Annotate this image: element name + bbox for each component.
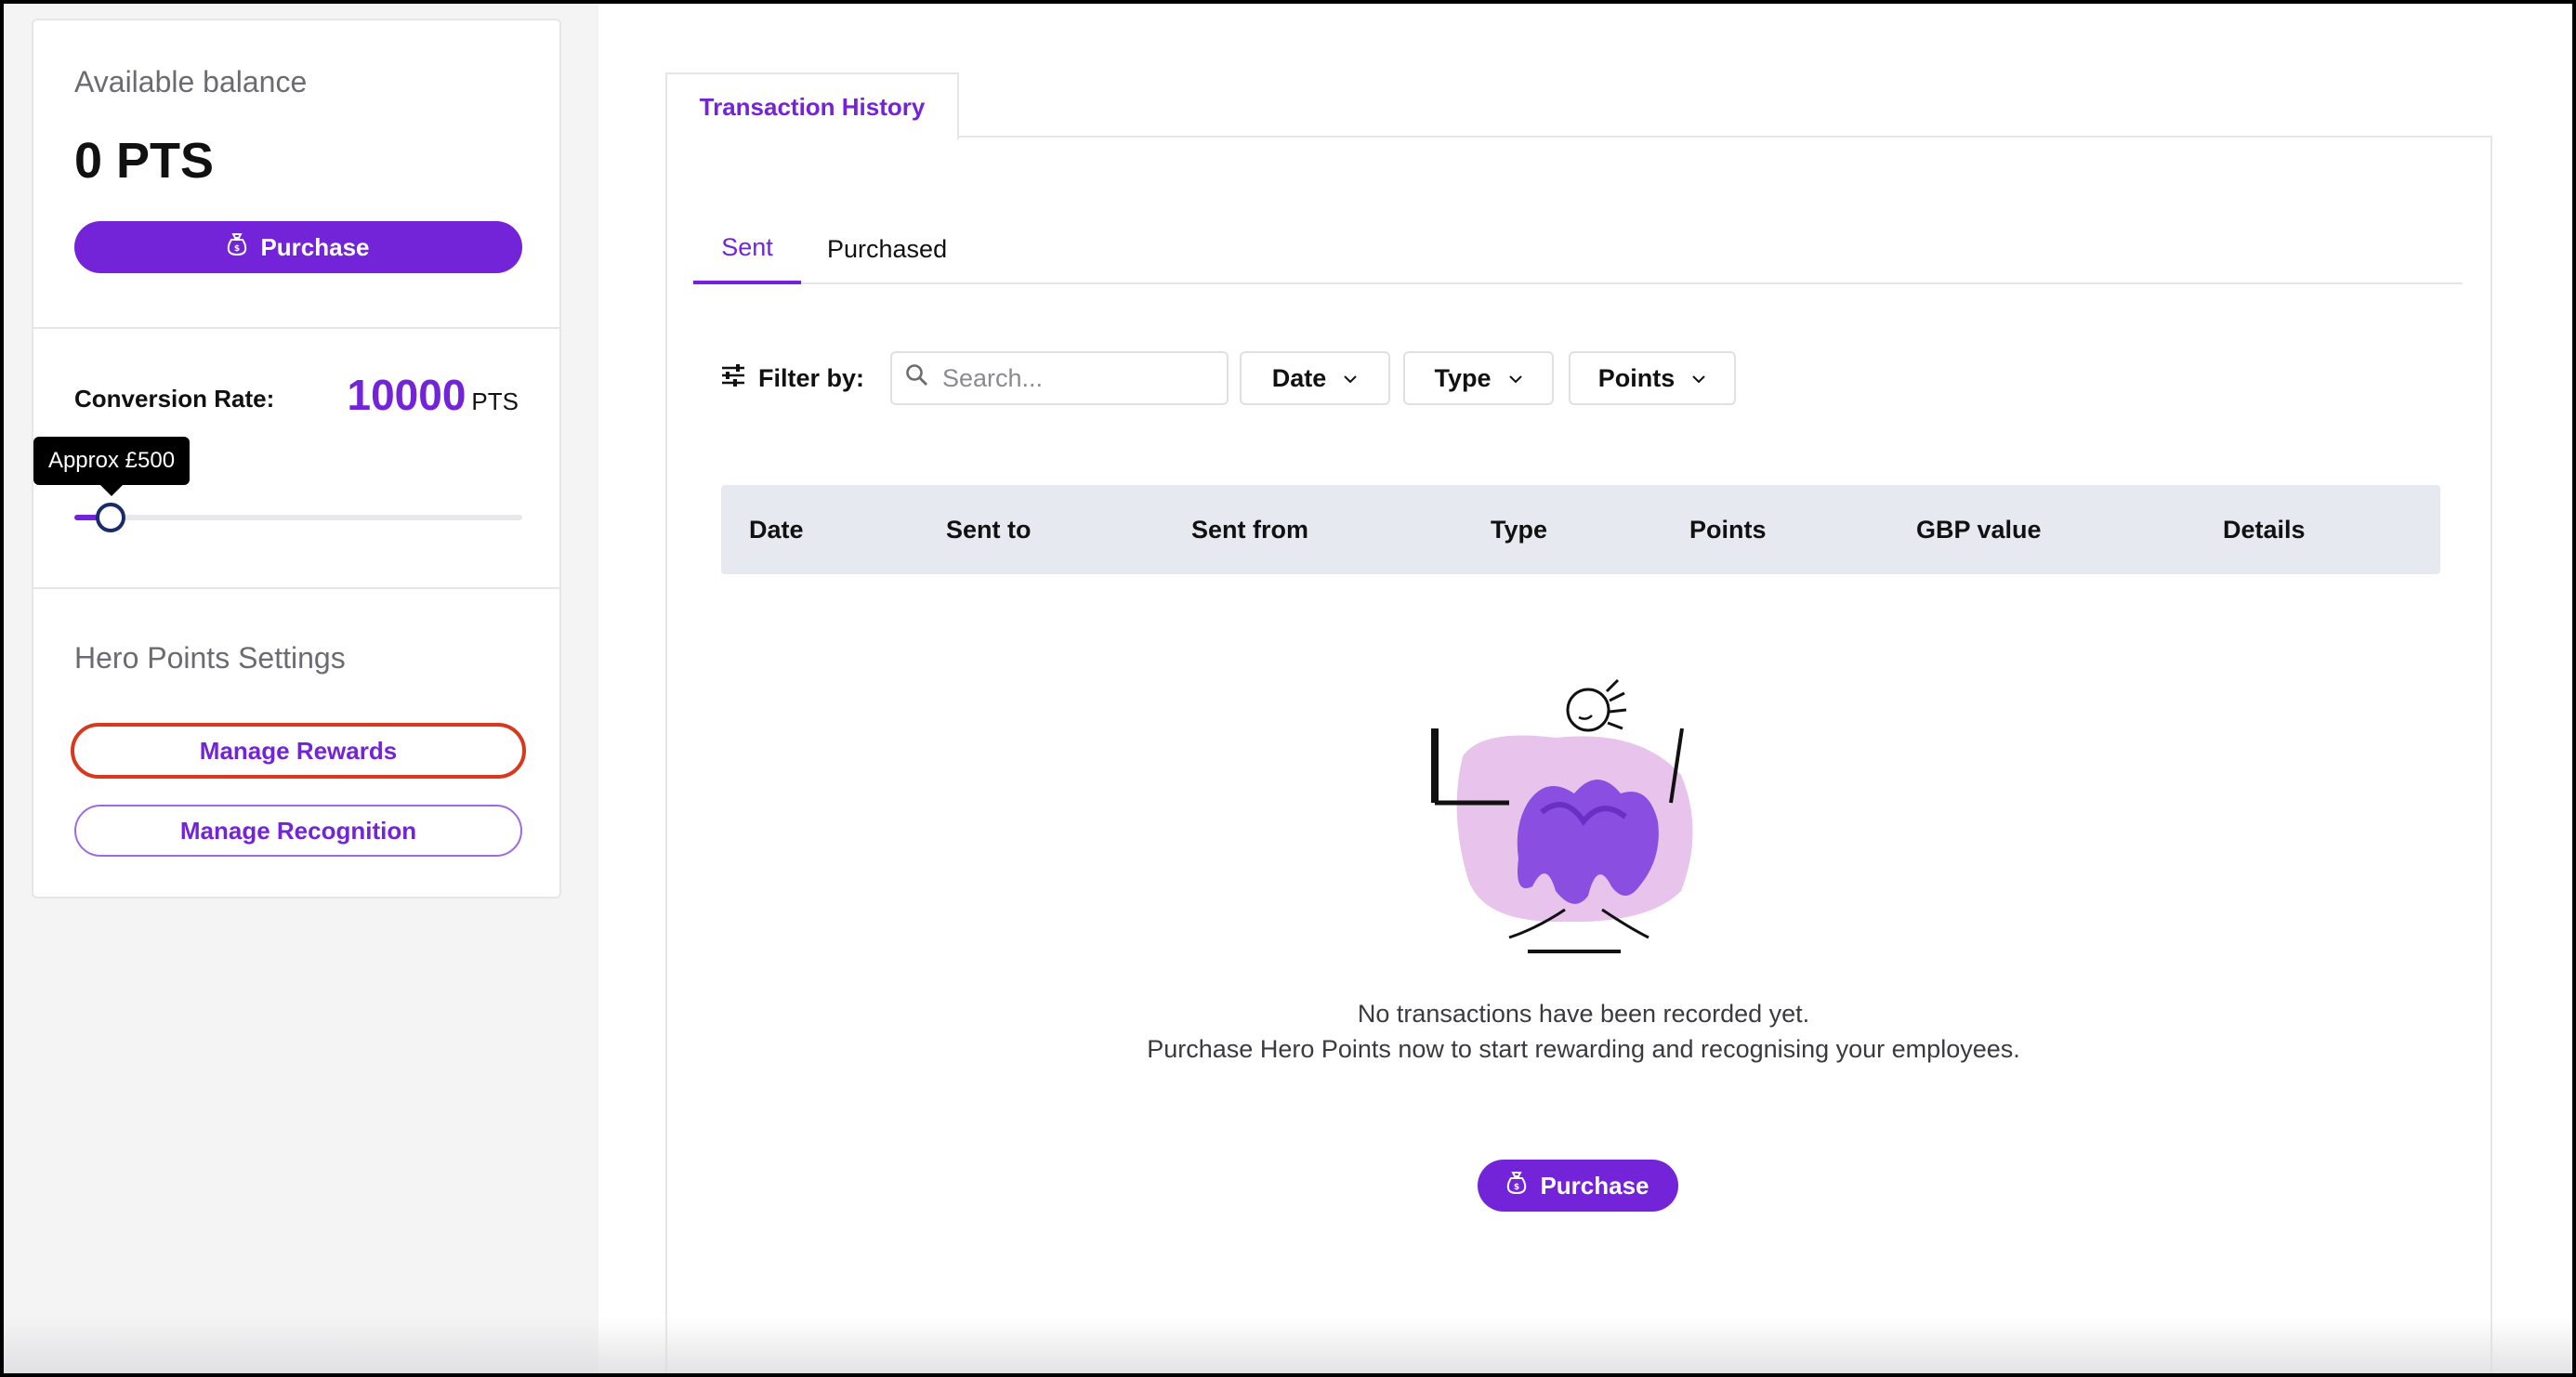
app-window: Available balance 0 PTS $ Purchase Conve… xyxy=(4,4,2572,1373)
money-bag-icon: $ xyxy=(227,232,247,263)
filter-date-dropdown[interactable]: Date xyxy=(1240,351,1390,405)
divider xyxy=(33,587,559,589)
filter-type-dropdown[interactable]: Type xyxy=(1403,351,1554,405)
filter-bar: Filter by: xyxy=(721,351,864,405)
slider-tooltip: Approx £500 xyxy=(33,437,190,496)
balance-value: 0 PTS xyxy=(74,133,215,189)
divider xyxy=(33,327,559,329)
filter-date-label: Date xyxy=(1271,363,1327,392)
main-purchase-label: Purchase xyxy=(1540,1171,1649,1200)
tab-sent[interactable]: Sent xyxy=(693,214,801,284)
column-header-sent-from[interactable]: Sent from xyxy=(1191,485,1308,574)
filter-label-group: Filter by: xyxy=(721,363,865,393)
search-icon xyxy=(905,363,929,394)
chevron-down-icon xyxy=(1343,368,1358,389)
column-header-type[interactable]: Type xyxy=(1491,485,1547,574)
settings-label: Hero Points Settings xyxy=(74,641,346,675)
tab-purchased[interactable]: Purchased xyxy=(827,214,947,284)
conversion-rate-label: Conversion Rate: xyxy=(74,385,275,413)
filter-label: Filter by: xyxy=(758,363,865,392)
sidebar-purchase-label: Purchase xyxy=(260,232,370,261)
slider-thumb[interactable] xyxy=(95,503,125,532)
column-header-date[interactable]: Date xyxy=(749,485,804,574)
filter-points-label: Points xyxy=(1597,363,1676,392)
search-placeholder: Search... xyxy=(942,363,1044,392)
chevron-down-icon xyxy=(1508,368,1523,389)
empty-state-title: No transactions have been recorded yet. xyxy=(1357,1000,1810,1028)
transaction-table-header: Date Sent to Sent from Type Points GBP v… xyxy=(721,485,2440,574)
empty-state-message: Purchase Hero Points now to start reward… xyxy=(1147,1035,2020,1063)
filter-points-dropdown[interactable]: Points xyxy=(1569,351,1736,405)
balance-label: Available balance xyxy=(74,65,308,98)
manage-rewards-button[interactable]: Manage Rewards xyxy=(71,723,526,779)
balance-sidebar: Available balance 0 PTS $ Purchase Conve… xyxy=(32,19,561,898)
column-header-sent-to[interactable]: Sent to xyxy=(946,485,1032,574)
conversion-rate-unit: PTS xyxy=(471,387,519,415)
svg-text:$: $ xyxy=(1514,1183,1519,1192)
chevron-down-icon xyxy=(1691,368,1706,389)
filter-type-label: Type xyxy=(1434,363,1492,392)
sidebar-purchase-button[interactable]: $ Purchase xyxy=(74,221,522,273)
search-input[interactable]: Search... xyxy=(890,351,1229,405)
sliders-icon xyxy=(721,363,745,393)
conversion-rate-value: 10000 PTS xyxy=(348,370,519,420)
tab-transaction-history[interactable]: Transaction History xyxy=(665,72,959,139)
column-header-points[interactable]: Points xyxy=(1689,485,1767,574)
sub-tabs: Sent Purchased xyxy=(693,214,2463,284)
conversion-slider[interactable] xyxy=(74,503,522,532)
empty-state-illustration xyxy=(1426,673,1732,970)
column-header-details[interactable]: Details xyxy=(2223,485,2306,574)
conversion-rate-number: 10000 xyxy=(347,371,467,419)
money-bag-icon: $ xyxy=(1506,1171,1527,1201)
column-header-gbp-value[interactable]: GBP value xyxy=(1916,485,2042,574)
manage-recognition-button[interactable]: Manage Recognition xyxy=(74,805,522,857)
main-purchase-button[interactable]: $ Purchase xyxy=(1478,1160,1678,1212)
svg-text:$: $ xyxy=(234,244,240,254)
